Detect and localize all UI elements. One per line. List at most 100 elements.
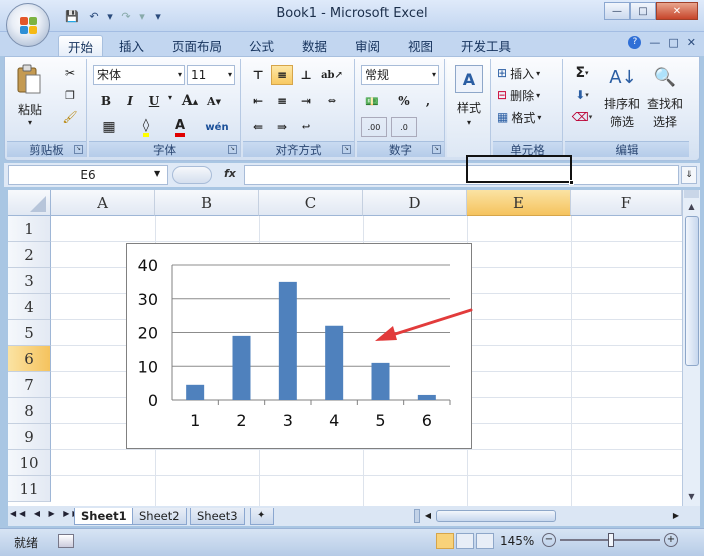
name-box-dropdown-icon[interactable]: ▼ (154, 169, 160, 178)
paste-icon[interactable] (13, 63, 45, 97)
vertical-scrollbar[interactable]: ▲ ▼ (682, 190, 700, 506)
maximize-button[interactable]: □ (630, 2, 656, 20)
format-painter-icon[interactable]: 🖌 (61, 109, 79, 125)
normal-view-icon[interactable] (436, 533, 454, 549)
scroll-left-icon[interactable]: ◀ (422, 509, 434, 523)
row-header-1[interactable]: 1 (8, 216, 51, 242)
insert-sheet-icon[interactable]: ✦ (250, 508, 274, 525)
row-header-9[interactable]: 9 (8, 424, 51, 450)
number-format-box[interactable]: 常规 ▾ (361, 65, 439, 85)
underline-button[interactable]: U (143, 91, 165, 111)
shrink-font-button[interactable]: A ▼ (203, 91, 225, 111)
chart-area[interactable]: 0 10 20 30 40 1 2 3 4 5 6 (126, 243, 473, 449)
expand-formula-bar-icon[interactable]: ⇓ (681, 166, 697, 184)
row-header-4[interactable]: 4 (8, 294, 51, 320)
sheet-tab-1[interactable]: Sheet1 (74, 508, 134, 525)
tab-page-layout[interactable]: 页面布局 (163, 35, 231, 56)
formula-bar-splitter[interactable] (172, 166, 212, 184)
font-name-box[interactable]: 宋体 ▾ (93, 65, 185, 85)
align-center-icon[interactable]: ≡ (271, 91, 293, 111)
tab-formulas[interactable]: 公式 (240, 35, 283, 56)
insert-cells-button[interactable]: ⊞ 插入 ▾ (497, 63, 559, 83)
scroll-right-icon[interactable]: ▶ (670, 509, 682, 523)
clipboard-launcher-icon[interactable]: ↘ (74, 145, 83, 154)
row-header-6[interactable]: 6 (8, 346, 51, 372)
percent-icon[interactable]: % (393, 91, 415, 111)
vertical-scroll-thumb[interactable] (685, 216, 699, 366)
column-header-b[interactable]: B (155, 190, 259, 216)
italic-button[interactable]: I (119, 91, 141, 111)
sort-filter-button[interactable]: 排序和 (599, 95, 645, 111)
phonetic-guide-icon[interactable]: wén (201, 117, 233, 137)
scroll-up-icon[interactable]: ▲ (684, 200, 699, 214)
copy-icon[interactable]: ❐ (61, 87, 79, 103)
row-header-3[interactable]: 3 (8, 268, 51, 294)
ribbon-restore-icon[interactable]: □ (668, 36, 678, 49)
increase-decimal-icon[interactable]: .00 (361, 117, 387, 137)
alignment-launcher-icon[interactable]: ↘ (342, 145, 351, 154)
decrease-indent-icon[interactable]: ⇐ (247, 117, 269, 137)
column-header-e[interactable]: E (467, 190, 571, 216)
row-header-5[interactable]: 5 (8, 320, 51, 346)
sheet-tab-3[interactable]: Sheet3 (190, 508, 245, 525)
styles-button[interactable]: 样式 (449, 99, 489, 115)
sort-filter-button-line2[interactable]: 筛选 (599, 113, 645, 129)
split-box[interactable] (684, 190, 699, 198)
fill-icon[interactable]: ⬇ ▾ (569, 85, 595, 105)
macro-record-icon[interactable] (58, 534, 74, 548)
tab-data[interactable]: 数据 (293, 35, 336, 56)
format-cells-button[interactable]: ▦ 格式 ▾ (497, 107, 559, 127)
styles-dropdown-icon[interactable]: ▾ (463, 117, 475, 127)
decrease-decimal-icon[interactable]: .0 (391, 117, 417, 137)
tab-view[interactable]: 视图 (399, 35, 442, 56)
font-launcher-icon[interactable]: ↘ (228, 145, 237, 154)
find-select-icon[interactable]: 🔍 (647, 63, 683, 91)
tab-home[interactable]: 开始 (58, 35, 104, 56)
align-right-icon[interactable]: ⇥ (295, 91, 317, 111)
tab-split-handle[interactable] (414, 509, 420, 523)
page-layout-view-icon[interactable] (456, 533, 474, 549)
sheet-navigation-icons[interactable]: ◀◀ ◀ ▶ ▶▶ (10, 509, 82, 518)
zoom-level[interactable]: 145% (500, 534, 534, 548)
sheet-tab-2[interactable]: Sheet2 (132, 508, 187, 525)
find-select-button-line2[interactable]: 选择 (643, 113, 687, 129)
close-button[interactable]: ✕ (656, 2, 698, 20)
column-header-d[interactable]: D (363, 190, 467, 216)
fill-color-icon[interactable]: ◊ (133, 117, 159, 137)
styles-icon[interactable]: A (455, 65, 483, 93)
formula-input[interactable] (244, 165, 679, 185)
column-header-c[interactable]: C (259, 190, 363, 216)
grow-font-button[interactable]: A ▲ (179, 91, 201, 111)
tab-developer[interactable]: 开发工具 (452, 35, 520, 56)
row-header-10[interactable]: 10 (8, 450, 51, 476)
paste-button[interactable]: 粘贴 (15, 101, 45, 117)
borders-icon[interactable]: ▦ (95, 117, 123, 137)
underline-dropdown-icon[interactable]: ▾ (165, 93, 175, 102)
active-cell-e6[interactable] (466, 155, 574, 185)
minimize-button[interactable]: — (604, 2, 630, 20)
align-bottom-icon[interactable]: ⊥ (295, 65, 317, 85)
bold-button[interactable]: B (95, 91, 117, 111)
name-box[interactable]: E6 (8, 165, 168, 185)
number-launcher-icon[interactable]: ↘ (432, 145, 441, 154)
page-break-view-icon[interactable] (476, 533, 494, 549)
fill-handle[interactable] (569, 180, 574, 185)
office-button[interactable] (6, 3, 50, 47)
comma-style-icon[interactable]: , (417, 91, 439, 111)
currency-icon[interactable]: 💵 (361, 91, 383, 111)
horizontal-scroll-thumb[interactable] (436, 510, 556, 522)
sort-filter-icon[interactable]: A↓ (603, 63, 643, 91)
font-size-box[interactable]: 11 ▾ (187, 65, 235, 85)
align-middle-icon[interactable]: ≡ (271, 65, 293, 85)
tab-review[interactable]: 审阅 (346, 35, 389, 56)
clear-icon[interactable]: ⌫ ▾ (569, 107, 595, 127)
row-header-7[interactable]: 7 (8, 372, 51, 398)
scroll-down-icon[interactable]: ▼ (684, 490, 699, 504)
delete-cells-button[interactable]: ⊟ 删除 ▾ (497, 85, 559, 105)
ribbon-close-icon[interactable]: ✕ (687, 36, 696, 49)
help-icon[interactable]: ? (628, 36, 642, 49)
align-left-icon[interactable]: ⇤ (247, 91, 269, 111)
autosum-icon[interactable]: Σ ▾ (569, 63, 595, 83)
zoom-out-icon[interactable]: − (542, 533, 556, 547)
column-header-a[interactable]: A (51, 190, 155, 216)
